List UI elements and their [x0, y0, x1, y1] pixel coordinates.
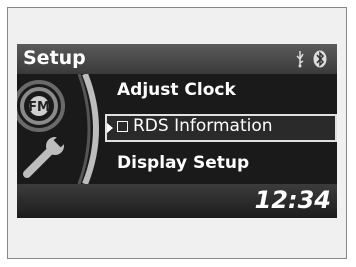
usb-icon [296, 51, 304, 68]
menu-area: FM Adjust Clock RDS Information Display … [17, 74, 337, 184]
menu-item-display-setup[interactable]: Display Setup [117, 153, 249, 173]
wrench-icon [23, 135, 66, 178]
bluetooth-icon [313, 50, 327, 68]
menu-item-adjust-clock[interactable]: Adjust Clock [117, 80, 236, 100]
menu-item-rds-information[interactable]: RDS Information [117, 116, 273, 136]
menu-item-label: Adjust Clock [117, 80, 236, 100]
clock-display: 12:34 [254, 186, 331, 214]
page-title: Setup [23, 47, 86, 69]
selection-pointer-icon [107, 123, 113, 133]
audio-display-screen: Setup FM Adjust Clock RDS Information Di… [17, 44, 337, 218]
menu-item-label: Display Setup [117, 153, 250, 173]
fm-label: FM [28, 100, 50, 115]
header-bar: Setup [17, 44, 337, 74]
menu-item-label: RDS Information [133, 116, 273, 136]
fm-radio-icon: FM [17, 80, 65, 132]
footer-bar: 12:34 [17, 184, 337, 218]
